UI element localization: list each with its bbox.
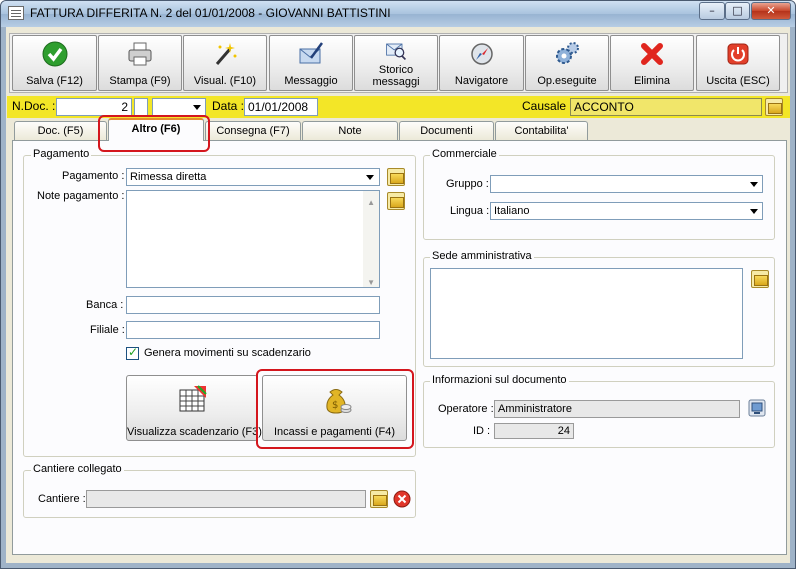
- power-icon: [727, 43, 749, 65]
- history-label-line2: messaggi: [372, 76, 420, 88]
- data-label: Data :: [212, 99, 245, 113]
- folder-icon[interactable]: [370, 490, 388, 508]
- printer-icon: [128, 42, 152, 66]
- pagamento-label: Pagamento :: [62, 170, 125, 182]
- ndoc-field[interactable]: 2: [56, 98, 132, 116]
- tab-consegna[interactable]: Consegna (F7): [205, 121, 301, 140]
- sede-group-title: Sede amministrativa: [430, 250, 534, 262]
- message-label: Messaggio: [284, 75, 338, 87]
- causale-field[interactable]: ACCONTO: [570, 98, 762, 116]
- delete-label: Elimina: [633, 75, 671, 87]
- causale-label: Causale :: [522, 99, 573, 113]
- id-field: 24: [494, 423, 574, 439]
- tab-contabilita[interactable]: Contabilita': [495, 121, 588, 140]
- tab-note[interactable]: Note: [302, 121, 398, 140]
- folder-icon[interactable]: [387, 192, 405, 210]
- note-pagamento-label: Note pagamento :: [37, 190, 125, 202]
- tab-doc[interactable]: Doc. (F5): [14, 121, 107, 140]
- date-field[interactable]: 01/01/2008: [244, 98, 318, 116]
- view-button[interactable]: Visual. (F10): [183, 35, 267, 91]
- pagamento-select[interactable]: Rimessa diretta: [126, 168, 380, 186]
- ndoc-label: N.Doc. :: [12, 99, 56, 113]
- history-button[interactable]: Storico messaggi: [354, 35, 438, 91]
- lingua-select[interactable]: Italiano: [490, 202, 763, 220]
- history-label: Storico messaggi: [355, 64, 437, 88]
- operations-label: Op.eseguite: [537, 75, 597, 87]
- checkmark-icon: [42, 41, 67, 67]
- minimize-button[interactable]: –: [699, 2, 725, 20]
- operatore-label: Operatore :: [438, 403, 494, 415]
- user-lookup-icon[interactable]: [748, 399, 766, 417]
- scroll-up-icon[interactable]: ▲: [367, 195, 375, 211]
- series-select[interactable]: [152, 98, 206, 116]
- tab-documenti[interactable]: Documenti: [399, 121, 494, 140]
- folder-icon[interactable]: [765, 98, 783, 116]
- compass-icon: [470, 43, 493, 65]
- visualizza-scadenzario-label: Visualizza scadenzario (F3): [127, 426, 262, 438]
- folder-icon[interactable]: [387, 168, 405, 186]
- cantiere-group-title: Cantiere collegato: [31, 463, 124, 475]
- highlight-tab-altro: [98, 115, 210, 152]
- close-window-button[interactable]: ✕: [751, 2, 791, 20]
- envelope-pen-icon: [299, 42, 324, 64]
- gruppo-label: Gruppo :: [446, 178, 489, 190]
- app-icon: [8, 6, 24, 20]
- lingua-value: Italiano: [494, 205, 530, 217]
- commerciale-group: [423, 155, 775, 240]
- banca-label: Banca :: [86, 299, 124, 311]
- highlight-incassi-button: [256, 369, 414, 449]
- exit-button[interactable]: Uscita (ESC): [696, 35, 780, 91]
- visualizza-scadenzario-button[interactable]: Visualizza scadenzario (F3): [126, 375, 262, 441]
- delete-button[interactable]: Elimina: [610, 35, 694, 91]
- operations-button[interactable]: Op.eseguite: [525, 35, 609, 91]
- gears-icon: [556, 42, 579, 64]
- clear-icon[interactable]: [393, 490, 411, 508]
- maximize-button[interactable]: □: [725, 2, 750, 20]
- filiale-field[interactable]: [126, 321, 380, 339]
- save-label: Salva (F12): [26, 75, 83, 87]
- folder-icon[interactable]: [751, 270, 769, 288]
- cantiere-label: Cantiere :: [38, 493, 86, 505]
- info-group-title: Informazioni sul documento: [430, 374, 569, 386]
- cantiere-field[interactable]: [86, 490, 366, 508]
- navigator-label: Navigatore: [454, 75, 509, 87]
- print-label: Stampa (F9): [109, 75, 171, 87]
- scroll-down-icon[interactable]: ▼: [367, 275, 375, 287]
- genera-movimenti-label: Genera movimenti su scadenzario: [144, 347, 311, 359]
- print-button[interactable]: Stampa (F9): [98, 35, 182, 91]
- chevron-down-icon: [190, 100, 204, 114]
- genera-movimenti-checkbox[interactable]: [126, 345, 139, 360]
- sede-textarea[interactable]: [430, 268, 743, 359]
- lingua-label: Lingua :: [450, 205, 490, 217]
- exit-label: Uscita (ESC): [706, 75, 770, 87]
- envelope-magnifier-icon: [386, 43, 407, 61]
- pagamento-group-title: Pagamento: [31, 148, 92, 160]
- operatore-field: Amministratore: [494, 400, 740, 418]
- message-button[interactable]: Messaggio: [269, 35, 353, 91]
- window-title: FATTURA DIFFERITA N. 2 del 01/01/2008 - …: [30, 6, 391, 20]
- chevron-down-icon: [747, 204, 761, 218]
- chevron-down-icon[interactable]: [363, 170, 377, 184]
- navigator-button[interactable]: Navigatore: [439, 35, 524, 91]
- red-x-icon: [641, 43, 663, 65]
- filiale-label: Filiale :: [90, 324, 125, 336]
- ndoc-suffix-field[interactable]: [134, 98, 148, 116]
- spreadsheet-icon: [179, 385, 207, 412]
- banca-field[interactable]: [126, 296, 380, 314]
- view-label: Visual. (F10): [193, 75, 257, 87]
- note-pagamento-textarea[interactable]: ▲ ▼: [126, 190, 380, 288]
- id-label: ID :: [473, 425, 491, 437]
- magic-wand-icon: [215, 43, 237, 65]
- save-button[interactable]: Salva (F12): [12, 35, 97, 91]
- commerciale-group-title: Commerciale: [430, 148, 499, 160]
- history-label-line1: Storico: [378, 64, 414, 76]
- chevron-down-icon: [747, 177, 761, 191]
- gruppo-select[interactable]: [490, 175, 763, 193]
